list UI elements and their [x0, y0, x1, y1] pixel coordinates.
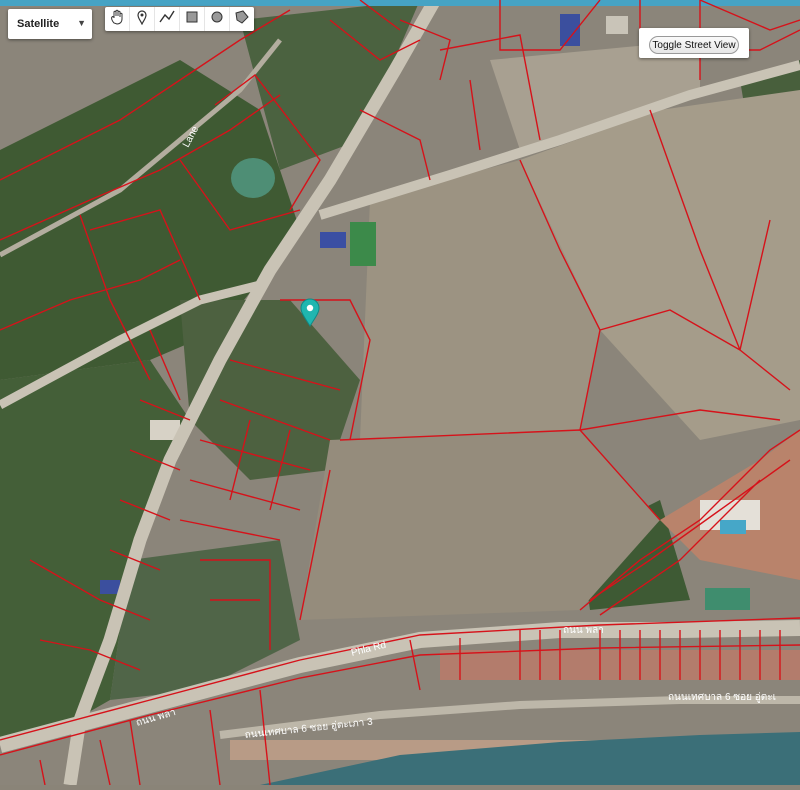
road-label-thai-1: ถนน พลา — [563, 625, 604, 636]
polyline-icon — [159, 9, 175, 30]
pan-tool-button[interactable] — [105, 7, 130, 31]
marker-pin-icon — [134, 9, 150, 30]
circle-icon — [209, 9, 225, 30]
satellite-map[interactable]: Lane Phla Rd ถนน พลา ถนน พลา ถนนเทศบาล 6… — [0, 0, 800, 786]
map-type-dropdown[interactable]: Satellite ▼ — [8, 9, 92, 39]
street-view-panel: Toggle Street View — [639, 28, 749, 58]
polyline-tool-button[interactable] — [155, 7, 180, 31]
circle-tool-button[interactable] — [205, 7, 230, 31]
hand-pan-icon — [109, 9, 125, 30]
polygon-icon — [234, 9, 250, 30]
drawing-toolbar — [105, 7, 254, 31]
rectangle-icon — [184, 9, 200, 30]
road-label-thai-4: ถนนเทศบาล 6 ซอย อู่ตะเ — [668, 692, 776, 703]
marker-tool-button[interactable] — [130, 7, 155, 31]
rectangle-tool-button[interactable] — [180, 7, 205, 31]
toggle-street-view-button[interactable]: Toggle Street View — [649, 36, 739, 54]
polygon-tool-button[interactable] — [230, 7, 254, 31]
map-imagery: Lane Phla Rd ถนน พลา ถนน พลา ถนนเทศบาล 6… — [0, 0, 800, 786]
map-type-label: Satellite — [17, 18, 60, 30]
chevron-down-icon: ▼ — [77, 18, 86, 28]
